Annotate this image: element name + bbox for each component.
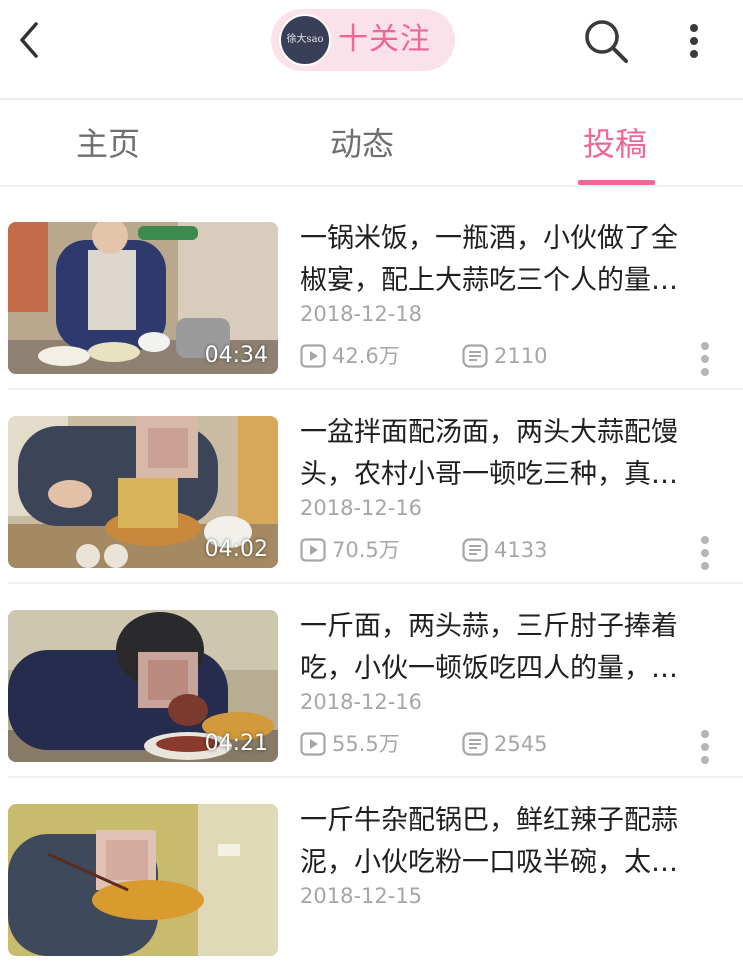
video-title-line: 椒宴，配上大蒜吃三个人的量… [300, 265, 678, 296]
video-title[interactable]: 一锅米饭，一瓶酒，小伙做了全 椒宴，配上大蒜吃三个人的量… [300, 218, 720, 302]
video-title-line: 一盆拌面配汤面，两头大蒜配馒 [300, 417, 678, 448]
video-date: 2018-12-15 [300, 884, 423, 908]
tab-posts[interactable]: 投稿 [583, 120, 647, 168]
play-count-icon [300, 732, 326, 756]
tab-activity[interactable]: 动态 [330, 120, 394, 168]
back-arrow-icon[interactable] [14, 20, 46, 60]
play-count-icon [300, 344, 326, 368]
video-thumbnail[interactable] [8, 804, 278, 956]
video-duration: 04:34 [204, 343, 268, 368]
danmaku-count-value: 4133 [494, 538, 548, 562]
video-title[interactable]: 一盆拌面配汤面，两头大蒜配馒 头，农村小哥一顿吃三种，真… [300, 412, 720, 496]
video-list-item[interactable]: 04:02 一盆拌面配汤面，两头大蒜配馒 头，农村小哥一顿吃三种，真… 2018… [0, 390, 743, 584]
more-vertical-icon[interactable] [684, 22, 704, 62]
video-thumbnail[interactable]: 04:02 [8, 416, 278, 568]
search-icon[interactable] [583, 18, 629, 64]
video-date: 2018-12-16 [300, 690, 423, 714]
view-count-value: 55.5万 [332, 732, 400, 756]
item-more-icon[interactable] [700, 341, 710, 377]
video-title-line: 一锅米饭，一瓶酒，小伙做了全 [300, 223, 678, 254]
video-list-item[interactable]: 04:21 一斤面，两头蒜，三斤肘子捧着 吃，小伙一顿饭吃四人的量，… 2018… [0, 584, 743, 778]
danmaku-count-value: 2545 [494, 732, 548, 756]
video-title[interactable]: 一斤面，两头蒜，三斤肘子捧着 吃，小伙一顿饭吃四人的量，… [300, 606, 720, 690]
item-more-icon[interactable] [700, 535, 710, 571]
video-thumbnail[interactable]: 04:21 [8, 610, 278, 762]
video-list-item[interactable]: 一斤牛杂配锅巴，鲜红辣子配蒜 泥，小伙吃粉一口吸半碗，太… 2018-12-15 [0, 778, 743, 972]
video-date: 2018-12-18 [300, 302, 423, 326]
view-count-value: 70.5万 [332, 538, 400, 562]
avatar-text: 徐大sao [286, 34, 324, 45]
danmaku-icon [462, 344, 488, 368]
video-title-line: 头，农村小哥一顿吃三种，真… [300, 459, 678, 490]
video-thumbnail[interactable]: 04:34 [8, 222, 278, 374]
thumbnail-image [8, 804, 278, 956]
video-duration: 04:02 [204, 537, 268, 562]
video-title-line: 吃，小伙一顿饭吃四人的量，… [300, 653, 678, 684]
video-title-line: 泥，小伙吃粉一口吸半碗，太… [300, 847, 678, 878]
play-count-icon [300, 538, 326, 562]
video-title-line: 一斤面，两头蒜，三斤肘子捧着 [300, 611, 678, 642]
follow-label[interactable]: 十关注 [338, 20, 431, 60]
video-title[interactable]: 一斤牛杂配锅巴，鲜红辣子配蒜 泥，小伙吃粉一口吸半碗，太… [300, 800, 720, 884]
danmaku-count-value: 2110 [494, 344, 548, 368]
top-bar: 徐大sao 十关注 [0, 0, 743, 98]
item-more-icon[interactable] [700, 729, 710, 765]
view-count-value: 42.6万 [332, 344, 400, 368]
tab-home[interactable]: 主页 [76, 120, 140, 168]
danmaku-icon [462, 732, 488, 756]
video-list-item[interactable]: 04:34 一锅米饭，一瓶酒，小伙做了全 椒宴，配上大蒜吃三个人的量… 2018… [0, 196, 743, 390]
video-date: 2018-12-16 [300, 496, 423, 520]
avatar[interactable]: 徐大sao [279, 14, 331, 66]
header-divider [0, 98, 743, 100]
danmaku-icon [462, 538, 488, 562]
video-duration: 04:21 [204, 731, 268, 756]
video-title-line: 一斤牛杂配锅巴，鲜红辣子配蒜 [300, 805, 678, 836]
tabs-divider [0, 185, 743, 187]
